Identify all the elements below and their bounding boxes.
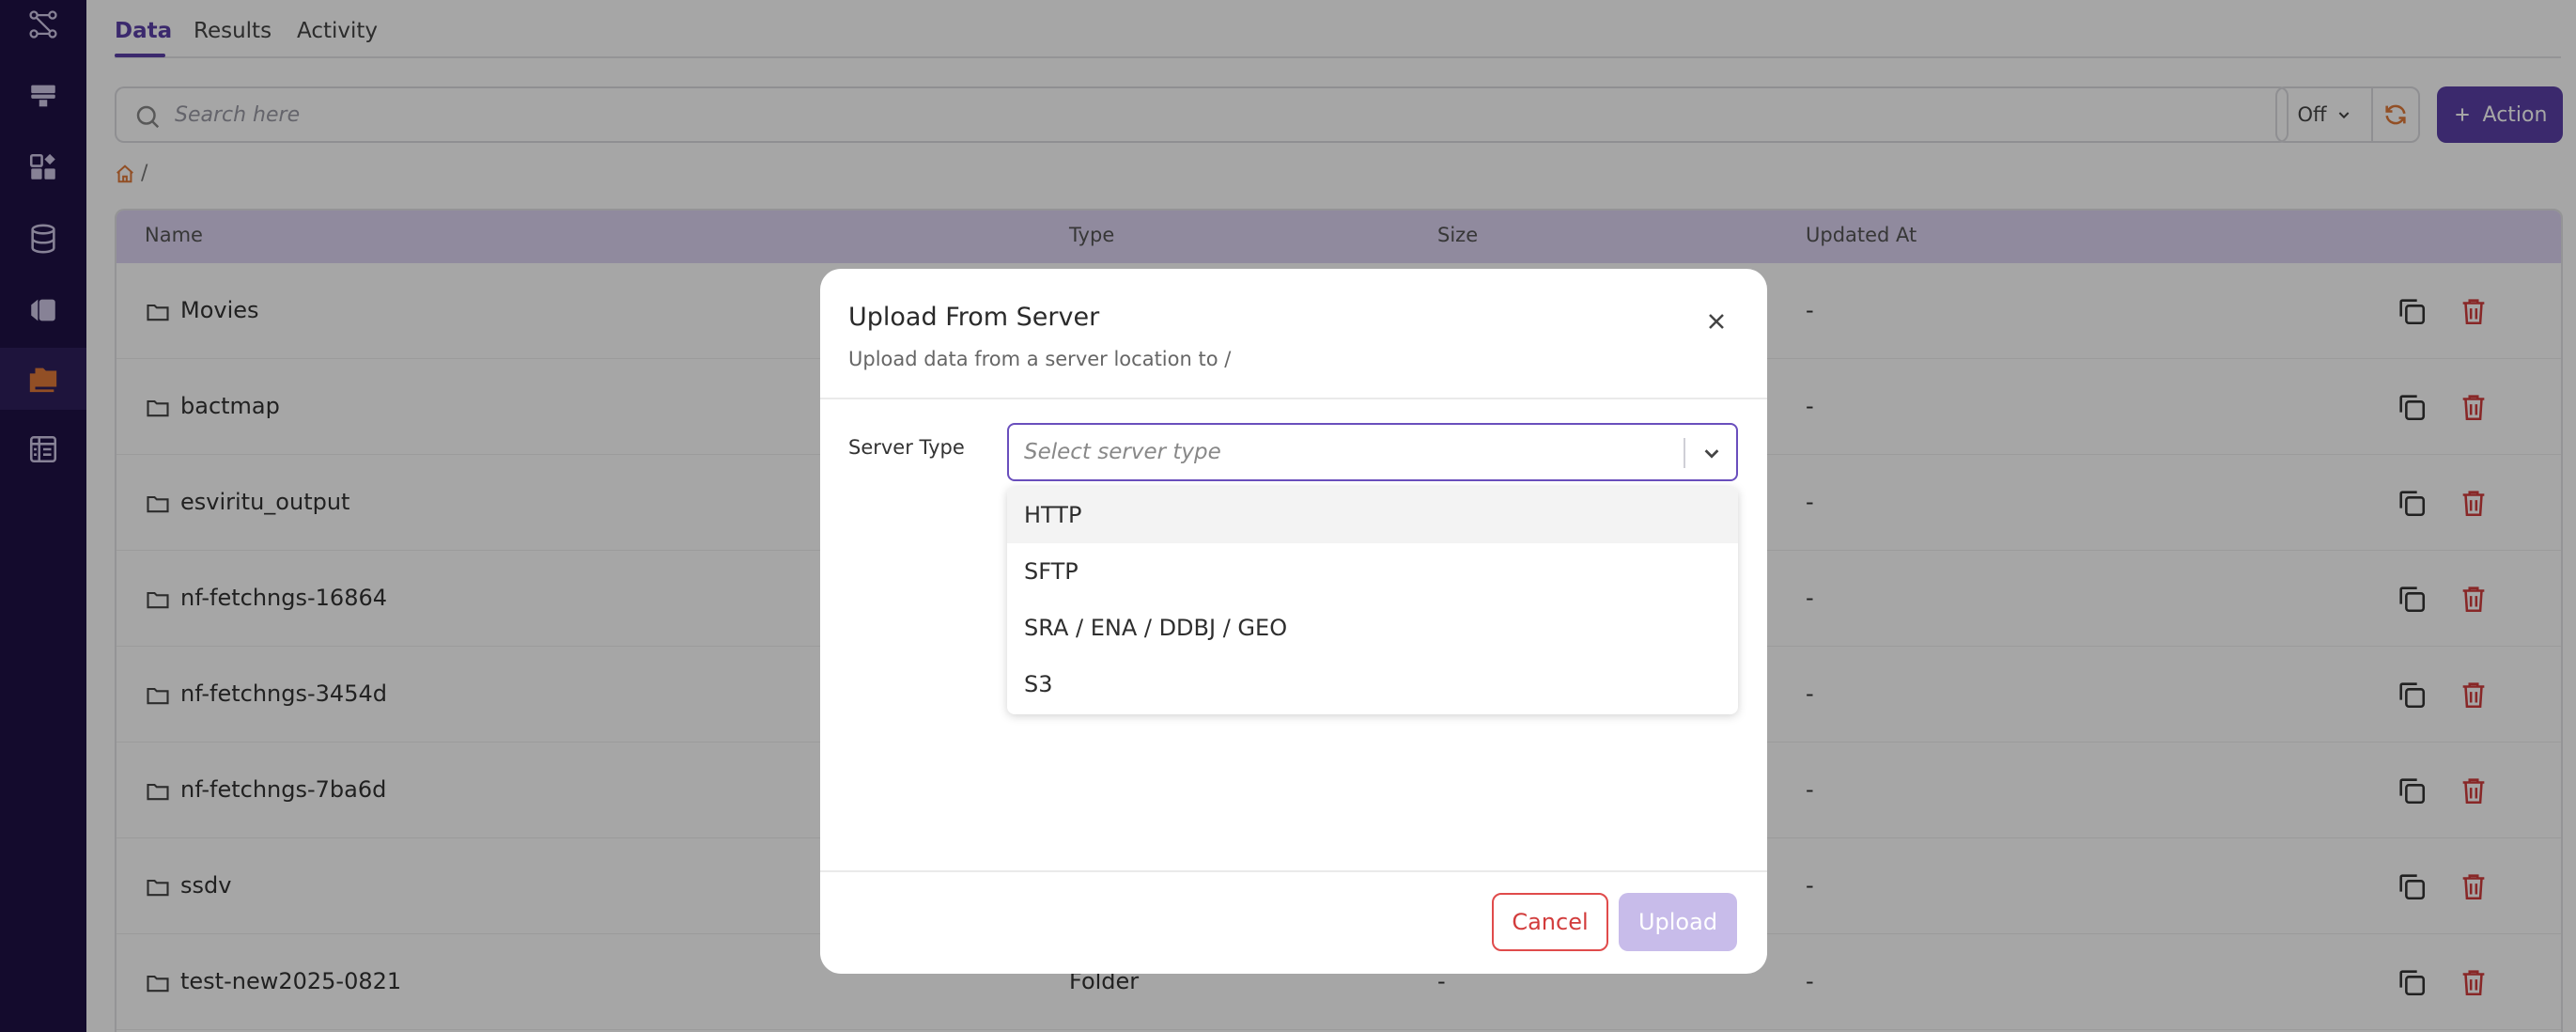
select-separator xyxy=(1684,438,1685,468)
cancel-button[interactable]: Cancel xyxy=(1492,893,1608,951)
option-sra-ena-ddbj-geo[interactable]: SRA / ENA / DDBJ / GEO xyxy=(1007,600,1738,656)
option-sftp[interactable]: SFTP xyxy=(1007,543,1738,600)
close-button[interactable] xyxy=(1699,305,1733,338)
close-icon xyxy=(1709,314,1724,329)
upload-from-server-dialog: Upload From Server Upload data from a se… xyxy=(820,269,1767,974)
option-s3[interactable]: S3 xyxy=(1007,656,1738,712)
divider xyxy=(820,398,1767,399)
server-type-select[interactable]: Select server type xyxy=(1007,423,1738,481)
server-type-label: Server Type xyxy=(848,436,965,459)
chevron-down-icon[interactable] xyxy=(1695,436,1729,470)
divider xyxy=(820,870,1767,872)
dialog-subtitle: Upload data from a server location to / xyxy=(848,348,1232,370)
select-placeholder: Select server type xyxy=(1024,440,1221,464)
option-http[interactable]: HTTP xyxy=(1007,487,1738,543)
server-type-menu: HTTP SFTP SRA / ENA / DDBJ / GEO S3 xyxy=(1007,487,1738,714)
dialog-title: Upload From Server xyxy=(848,303,1100,332)
upload-button[interactable]: Upload xyxy=(1619,893,1737,951)
